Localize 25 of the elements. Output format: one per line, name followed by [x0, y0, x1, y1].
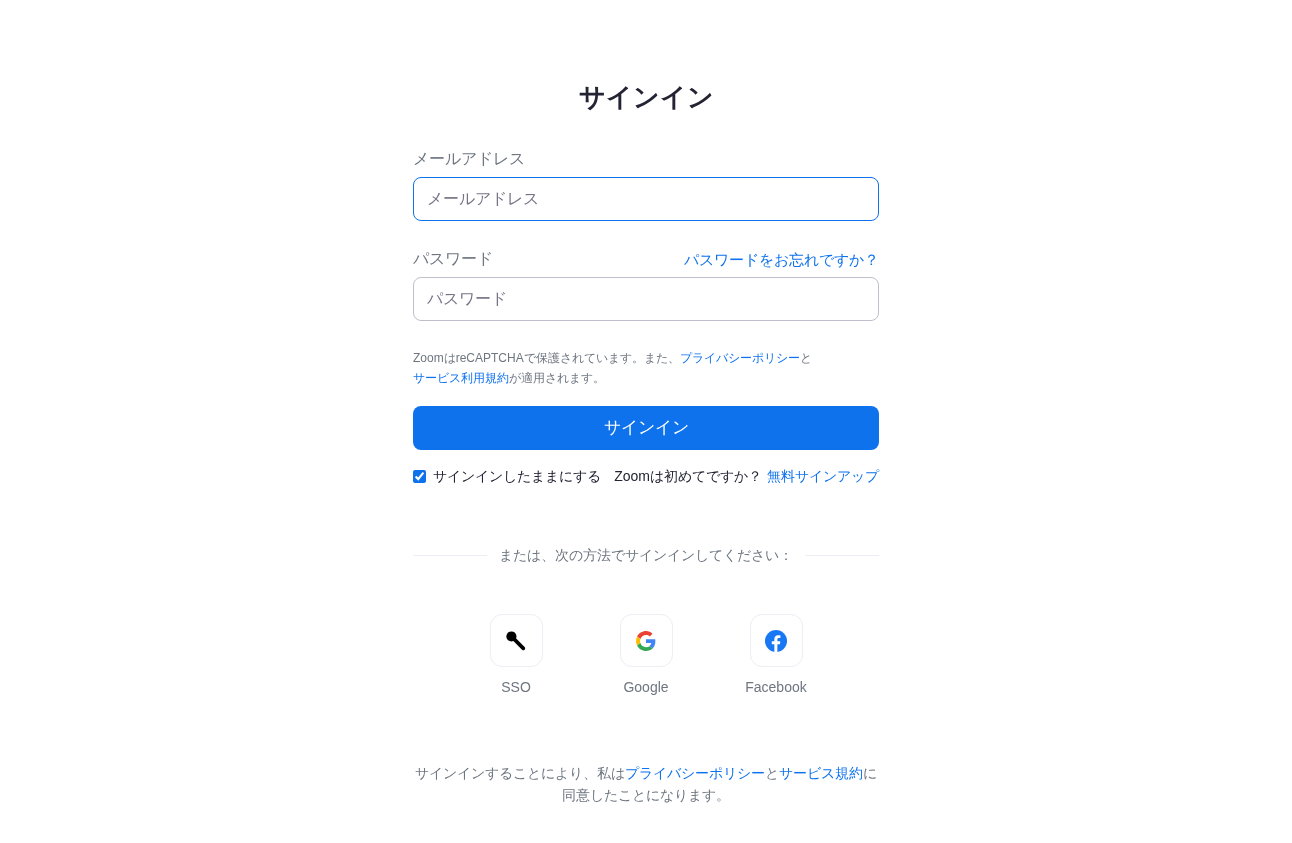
recaptcha-notice: ZoomはreCAPTCHAで保護されています。また、プライバシーポリシー と サービス利用規約が適用されます。 — [413, 350, 813, 387]
sign-in-button[interactable]: サインイン — [413, 406, 879, 450]
link[interactable]: プライバシーポリシー — [679, 351, 800, 365]
google-icon — [636, 630, 656, 651]
provider-label: SSO — [501, 678, 531, 697]
forgot-password-link[interactable]: パスワードをお忘れですか？ — [684, 248, 879, 271]
page-title: サインイン — [577, 81, 715, 114]
email-field[interactable]: メールアドレス — [413, 177, 879, 221]
facebook-icon — [765, 629, 787, 652]
link[interactable]: プライバシーポリシー — [625, 765, 765, 781]
field-label: メールアドレス — [413, 149, 526, 169]
link[interactable]: サービス利用規約 — [413, 371, 509, 385]
agreement-text: サインインすることにより、私はプライバシーポリシー と サービス規約に同意したことになります。 — [414, 764, 878, 805]
provider-label: Facebook — [745, 678, 807, 697]
stay-signed-in-checkbox[interactable] — [413, 470, 426, 483]
key-icon — [505, 629, 527, 652]
field-label: パスワード — [413, 249, 493, 269]
checkbox-label: サインインしたままにする — [433, 467, 601, 486]
link[interactable]: サービス規約 — [779, 765, 863, 781]
password-field[interactable]: パスワード — [413, 277, 879, 321]
provider-button[interactable] — [489, 614, 543, 667]
new-user-question: Zoomは初めてですか？ — [614, 467, 762, 486]
divider-text: または、次の方法でサインインしてください： — [499, 546, 793, 565]
sign-up-link[interactable]: 無料サインアップ — [767, 466, 879, 487]
provider-label: Google — [623, 678, 669, 697]
